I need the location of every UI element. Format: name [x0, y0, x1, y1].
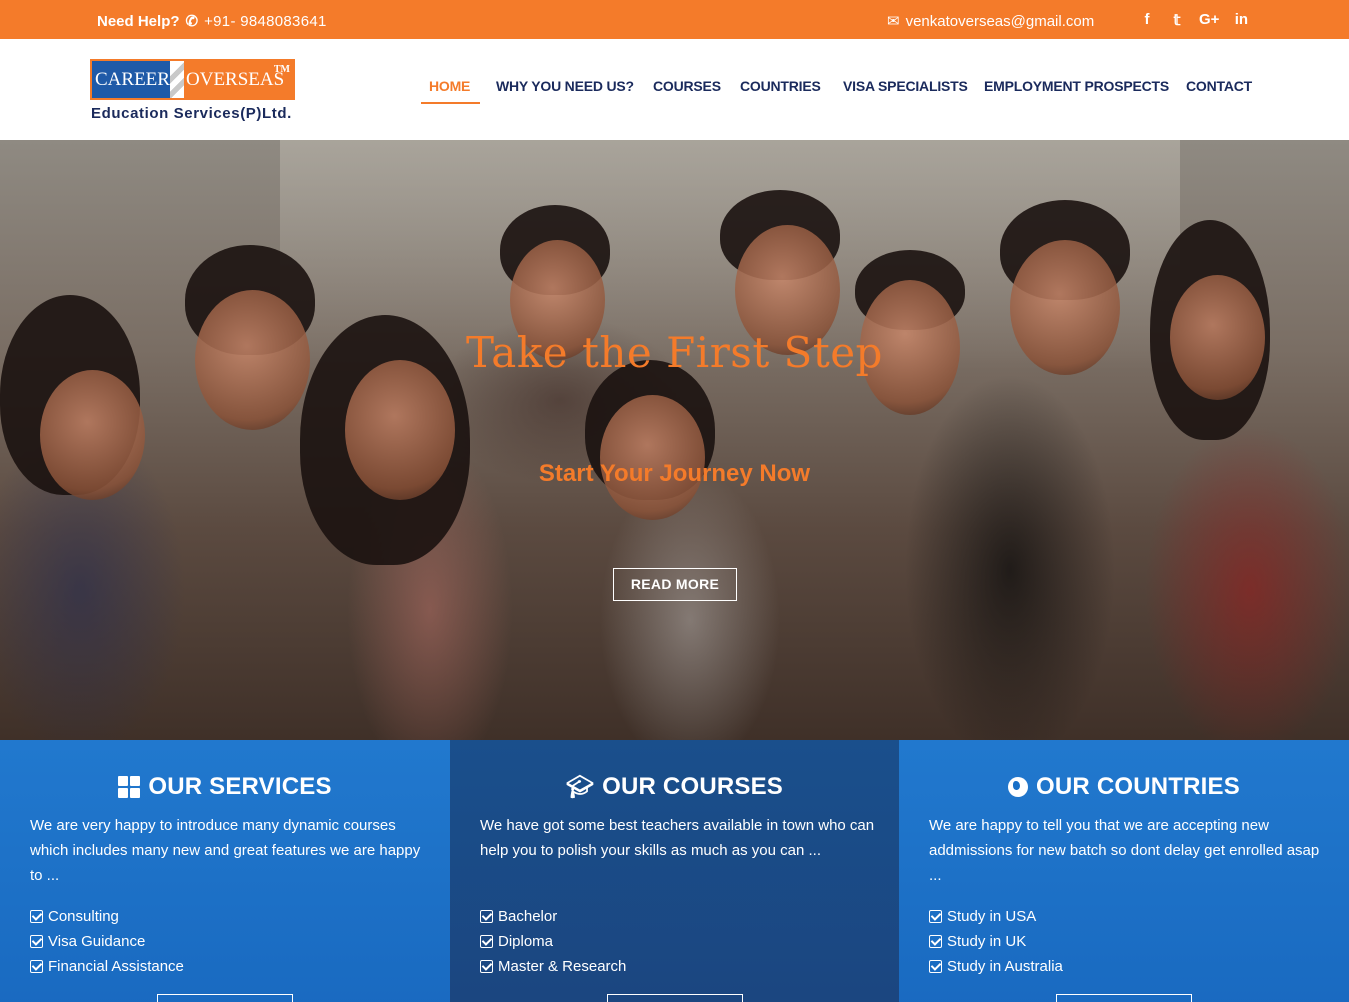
read-more-button[interactable]: READ MORE [613, 568, 737, 601]
nav-contact[interactable]: CONTACT [1186, 78, 1252, 94]
panel-title-text: OUR COURSES [602, 773, 784, 800]
logo-trademark: TM [273, 64, 290, 75]
panel-list: Consulting Visa Guidance Financial Assis… [30, 904, 184, 979]
logo-subtitle: Education Services(P)Ltd. [91, 105, 292, 122]
list-item: Study in Australia [929, 954, 1063, 979]
panel-our-countries: OUR COUNTRIES We are happy to tell you t… [899, 740, 1349, 1002]
panel-our-services: OUR SERVICES We are very happy to introd… [0, 740, 450, 1002]
hero-subtitle: Start Your Journey Now [538, 460, 811, 487]
list-item-label: Study in Australia [947, 958, 1063, 975]
panel-list: Bachelor Diploma Master & Research [480, 904, 626, 979]
nav-employment-prospects[interactable]: EMPLOYMENT PROSPECTS [984, 78, 1169, 94]
nav-countries[interactable]: COUNTRIES [740, 78, 821, 94]
linkedin-icon[interactable]: in [1233, 11, 1249, 29]
check-square-icon [480, 960, 493, 973]
panel-more-button[interactable] [1056, 994, 1192, 1002]
feature-panels: OUR SERVICES We are very happy to introd… [0, 740, 1349, 1002]
grid-icon [118, 776, 141, 798]
nav-courses[interactable]: COURSES [653, 78, 721, 94]
list-item: Study in UK [929, 929, 1063, 954]
email-contact[interactable]: ✉ venkatoverseas@gmail.com [887, 12, 1095, 31]
panel-title: 🎓︎ OUR COURSES [450, 773, 899, 801]
check-square-icon [30, 935, 43, 948]
help-contact: Need Help? ✆ +91- 9848083641 [97, 12, 327, 31]
check-square-icon [30, 910, 43, 923]
list-item-label: Financial Assistance [48, 958, 184, 975]
list-item-label: Visa Guidance [48, 933, 146, 950]
panel-title: OUR SERVICES [0, 773, 450, 801]
logo-overseas-label: OVERSEAS [186, 69, 285, 90]
logo-stairs-graphic [170, 61, 184, 98]
check-square-icon [30, 960, 43, 973]
twitter-icon[interactable]: 𝕥 [1169, 11, 1185, 29]
hero-group-photo [0, 140, 1349, 740]
list-item: Study in USA [929, 904, 1063, 929]
list-item: Financial Assistance [30, 954, 184, 979]
nav-visa-specialists[interactable]: VISA SPECIALISTS [843, 78, 968, 94]
list-item: Bachelor [480, 904, 626, 929]
panel-more-button[interactable] [607, 994, 743, 1002]
panel-title: OUR COUNTRIES [899, 773, 1349, 801]
top-bar: Need Help? ✆ +91- 9848083641 ✉ venkatove… [0, 0, 1349, 39]
logo-mark: CAREER OVERSEAS TM [90, 59, 295, 100]
email-address[interactable]: venkatoverseas@gmail.com [906, 13, 1095, 30]
list-item-label: Study in USA [947, 908, 1037, 925]
phone-number[interactable]: +91- 9848083641 [204, 13, 327, 30]
panel-more-button[interactable] [157, 994, 293, 1002]
list-item-label: Study in UK [947, 933, 1027, 950]
help-label: Need Help? [97, 12, 180, 30]
site-header: CAREER OVERSEAS TM Education Services(P)… [0, 39, 1349, 140]
nav-home[interactable]: HOME [429, 78, 470, 94]
list-item-label: Bachelor [498, 908, 558, 925]
list-item-label: Consulting [48, 908, 119, 925]
check-square-icon [480, 935, 493, 948]
facebook-icon[interactable]: f [1139, 11, 1155, 29]
check-square-icon [929, 960, 942, 973]
list-item: Consulting [30, 904, 184, 929]
panel-description: We are happy to tell you that we are acc… [929, 817, 1320, 884]
logo-overseas-text: OVERSEAS TM [184, 61, 293, 98]
list-item: Visa Guidance [30, 929, 184, 954]
google-plus-icon[interactable]: G+ [1199, 11, 1219, 29]
list-item: Master & Research [480, 954, 626, 979]
envelope-icon: ✉ [887, 13, 900, 30]
site-logo[interactable]: CAREER OVERSEAS TM Education Services(P)… [90, 59, 300, 129]
panel-list: Study in USA Study in UK Study in Austra… [929, 904, 1063, 979]
logo-career-text: CAREER [92, 61, 170, 98]
social-links: f 𝕥 G+ in [1139, 11, 1249, 29]
phone-icon: ✆ [185, 13, 199, 30]
check-square-icon [929, 910, 942, 923]
graduation-cap-icon: 🎓︎ [565, 774, 595, 799]
hero-banner: Take the First Step Start Your Journey N… [0, 140, 1349, 740]
list-item-label: Master & Research [498, 958, 627, 975]
panel-our-courses: 🎓︎ OUR COURSES We have got some best tea… [450, 740, 899, 1002]
panel-description: We are very happy to introduce many dyna… [30, 817, 421, 884]
panel-title-text: OUR SERVICES [148, 773, 332, 800]
nav-active-indicator [421, 102, 480, 104]
globe-icon [1008, 777, 1029, 797]
panel-title-text: OUR COUNTRIES [1036, 773, 1240, 800]
panel-description: We have got some best teachers available… [480, 817, 875, 859]
nav-why-you-need-us[interactable]: WHY YOU NEED US? [496, 78, 634, 94]
check-square-icon [929, 935, 942, 948]
list-item-label: Diploma [498, 933, 554, 950]
check-square-icon [480, 910, 493, 923]
list-item: Diploma [480, 929, 626, 954]
hero-title: Take the First Step [466, 328, 883, 377]
